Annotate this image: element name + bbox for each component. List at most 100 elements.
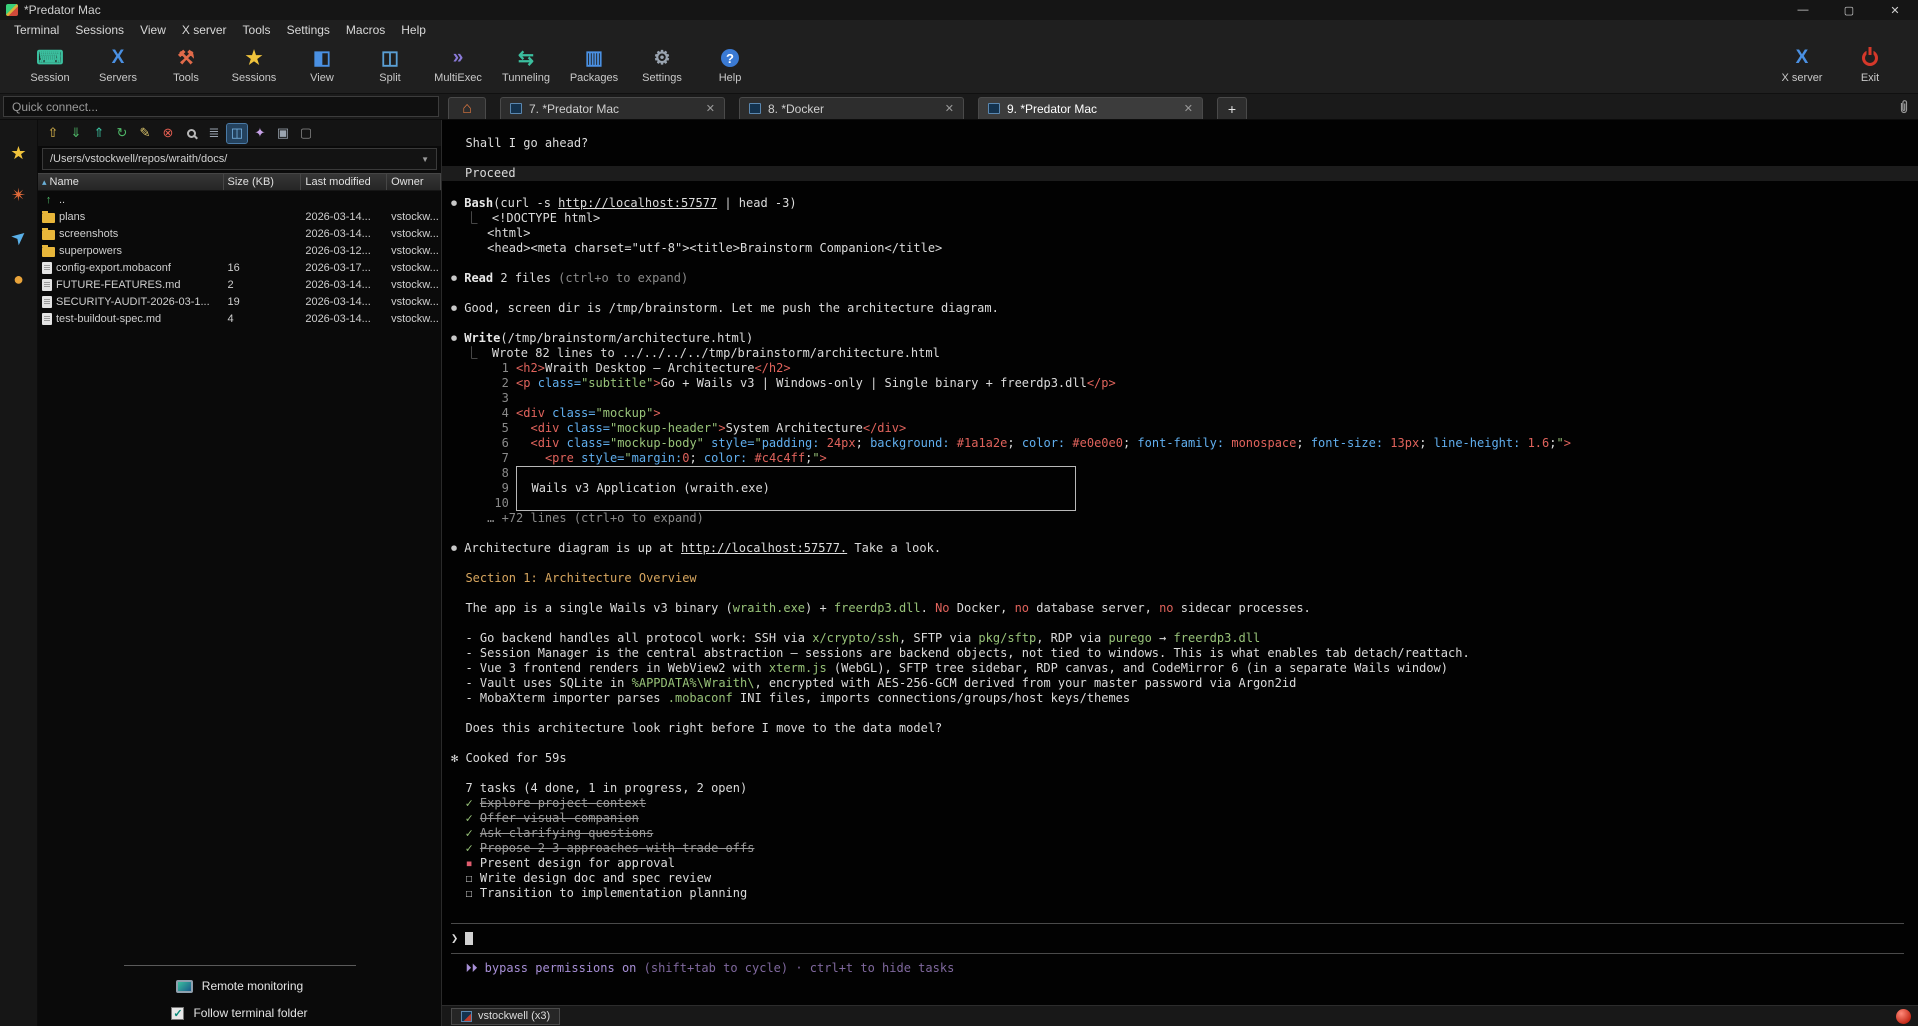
toolbar-view-label: View [310, 72, 334, 84]
upload-icon[interactable]: ⇑ [89, 124, 109, 143]
menu-view[interactable]: View [132, 21, 174, 39]
terminal-tabbar: vstockwell (x3) [442, 1005, 1918, 1026]
sftp-sidebar: ⇧⇓⇑↻✎⊗ ≣◫✦▣▢ /Users/vstockwell/repos/wrai… [38, 120, 442, 1026]
attachment-icon[interactable] [1890, 94, 1918, 119]
terminal-line [451, 706, 1918, 721]
tab-9-predator-mac[interactable]: 9. *Predator Mac✕ [978, 97, 1203, 119]
multiexec-icon: » [445, 45, 471, 71]
search-icon[interactable] [181, 124, 201, 143]
toolbar-xserver-button[interactable]: XX server [1768, 42, 1836, 84]
app-logo-icon [6, 4, 18, 16]
file-owner-cell: vstockw... [387, 313, 441, 325]
file-row-test-buildout-spec-md[interactable]: test-buildout-spec.md42026-03-14...vstoc… [38, 310, 441, 327]
path-dropdown[interactable]: /Users/vstockwell/repos/wraith/docs/ ▼ [42, 148, 437, 170]
menu-sessions[interactable]: Sessions [67, 21, 132, 39]
file-row-[interactable]: ↑.. [38, 191, 441, 208]
snapshot-icon[interactable]: ▣ [273, 124, 293, 143]
new-tab-button[interactable]: + [1217, 97, 1247, 119]
menu-tools[interactable]: Tools [235, 21, 279, 39]
split-view-icon[interactable]: ◫ [227, 124, 247, 143]
sidebar-tab-tools-icon[interactable]: ✴ [6, 182, 32, 208]
toolbar-help-button[interactable]: ?Help [696, 42, 764, 84]
toolbar-exit-button[interactable]: Exit [1836, 42, 1904, 84]
folder-icon [42, 213, 55, 223]
quick-connect-input[interactable] [3, 96, 439, 117]
column-header-name[interactable]: ▴Name [38, 174, 224, 190]
terminal-line: 8 [451, 466, 1918, 481]
panel-icon[interactable]: ▢ [296, 124, 316, 143]
column-header-last-modified[interactable]: Last modified [301, 174, 387, 190]
file-row-config-export-mobaconf[interactable]: config-export.mobaconf162026-03-17...vst… [38, 259, 441, 276]
toolbar-sessions-button[interactable]: ★Sessions [220, 42, 288, 84]
menu-settings[interactable]: Settings [279, 21, 338, 39]
folder-icon [42, 247, 55, 257]
terminal-line [451, 616, 1918, 631]
sidebar-tab-macros-icon[interactable]: ➤ [0, 219, 37, 256]
terminal-session-tab[interactable]: vstockwell (x3) [451, 1008, 560, 1025]
terminal-line: ⏺ Read 2 files (ctrl+o to expand) [451, 271, 1918, 286]
toolbar-settings-button[interactable]: ⚙Settings [628, 42, 696, 84]
file-row-screenshots[interactable]: screenshots2026-03-14...vstockw... [38, 225, 441, 242]
file-row-plans[interactable]: plans2026-03-14...vstockw... [38, 208, 441, 225]
tab-close-icon[interactable]: ✕ [945, 102, 954, 115]
terminal-line: ✻ Cooked for 59s [451, 751, 1918, 766]
terminal-link[interactable]: http://localhost:57577 [558, 196, 717, 210]
toolbar-split-button[interactable]: ◫Split [356, 42, 424, 84]
sidebar-tab-sessions-icon[interactable]: ★ [6, 140, 32, 166]
tab-home[interactable]: ⌂ [448, 97, 486, 119]
menu-help[interactable]: Help [393, 21, 434, 39]
download-icon[interactable]: ⇓ [66, 124, 86, 143]
toolbar-tunneling-button[interactable]: ⇆Tunneling [492, 42, 560, 84]
refresh-icon[interactable]: ↻ [112, 124, 132, 143]
terminal-link[interactable]: http://localhost:57577. [681, 541, 847, 555]
file-modified-cell: 2026-03-14... [301, 228, 387, 240]
edit-icon[interactable]: ✎ [135, 124, 155, 143]
toolbar-packages-button[interactable]: ▥Packages [560, 42, 628, 84]
parent-dir-icon[interactable]: ⇧ [43, 124, 63, 143]
toolbar-multiexec-button[interactable]: »MultiExec [424, 42, 492, 84]
stop-icon[interactable]: ⊗ [158, 124, 178, 143]
file-row-security-audit-2026-03-1[interactable]: SECURITY-AUDIT-2026-03-1...192026-03-14.… [38, 293, 441, 310]
column-header-label: Name [50, 176, 79, 188]
menu-x-server[interactable]: X server [174, 21, 235, 39]
terminal-line: 6 <div class="mockup-body" style="paddin… [451, 436, 1918, 451]
file-table-body: ↑..plans2026-03-14...vstockw...screensho… [38, 191, 441, 965]
file-row-superpowers[interactable]: superpowers2026-03-12...vstockw... [38, 242, 441, 259]
menu-terminal[interactable]: Terminal [6, 21, 67, 39]
toolbar-session-button[interactable]: ⌨Session [16, 42, 84, 84]
column-header-size-kb[interactable]: Size (KB) [224, 174, 302, 190]
column-header-owner[interactable]: Owner [387, 174, 441, 190]
remote-monitoring-button[interactable]: Remote monitoring [176, 979, 303, 993]
wand-icon[interactable]: ✦ [250, 124, 270, 143]
menu-macros[interactable]: Macros [338, 21, 393, 39]
maximize-button[interactable]: ▢ [1826, 0, 1872, 20]
toolbar-servers-button[interactable]: XServers [84, 42, 152, 84]
toolbar-settings-label: Settings [642, 72, 682, 84]
column-header-label: Owner [391, 176, 423, 188]
file-modified-cell: 2026-03-14... [301, 313, 387, 325]
tab-7-predator-mac[interactable]: 7. *Predator Mac ✕ [500, 97, 725, 119]
toolbar-view-button[interactable]: ◧View [288, 42, 356, 84]
tab-close-icon[interactable]: ✕ [706, 102, 715, 115]
file-name: plans [59, 211, 85, 223]
follow-terminal-fol der-toggle[interactable]: ✓ Follow terminal folder [171, 1006, 307, 1020]
status-ball-icon[interactable] [1896, 1009, 1911, 1024]
terminal-line: 7 <pre style="margin:0; color: #c4c4ff;"… [451, 451, 1918, 466]
file-row-future-features-md[interactable]: FUTURE-FEATURES.md22026-03-14...vstockw.… [38, 276, 441, 293]
file-owner-cell: vstockw... [387, 211, 441, 223]
terminal-line: ✓ Explore project context [451, 796, 1918, 811]
tab-8-docker[interactable]: 8. *Docker✕ [739, 97, 964, 119]
file-name-cell: superpowers [38, 245, 224, 257]
checkbox-checked-icon[interactable]: ✓ [171, 1007, 184, 1020]
sidebar-tab-sftp-icon[interactable]: ● [6, 266, 32, 292]
minimize-button[interactable]: — [1780, 0, 1826, 20]
terminal-output[interactable]: Shall I go ahead?Proceed⏺ Bash(curl -s h… [442, 120, 1918, 1005]
tab-close-icon[interactable]: ✕ [1184, 102, 1193, 115]
file-table: ▴NameSize (KB)Last modifiedOwner ↑..plan… [38, 173, 441, 965]
list-icon[interactable]: ≣ [204, 124, 224, 143]
terminal-line: 4 <div class="mockup"> [451, 406, 1918, 421]
toolbar-tools-button[interactable]: ⚒Tools [152, 42, 220, 84]
tab-label: 7. *Predator Mac [529, 102, 699, 116]
close-button[interactable]: ✕ [1872, 0, 1918, 20]
prompt-line: ❯ [451, 931, 1918, 946]
